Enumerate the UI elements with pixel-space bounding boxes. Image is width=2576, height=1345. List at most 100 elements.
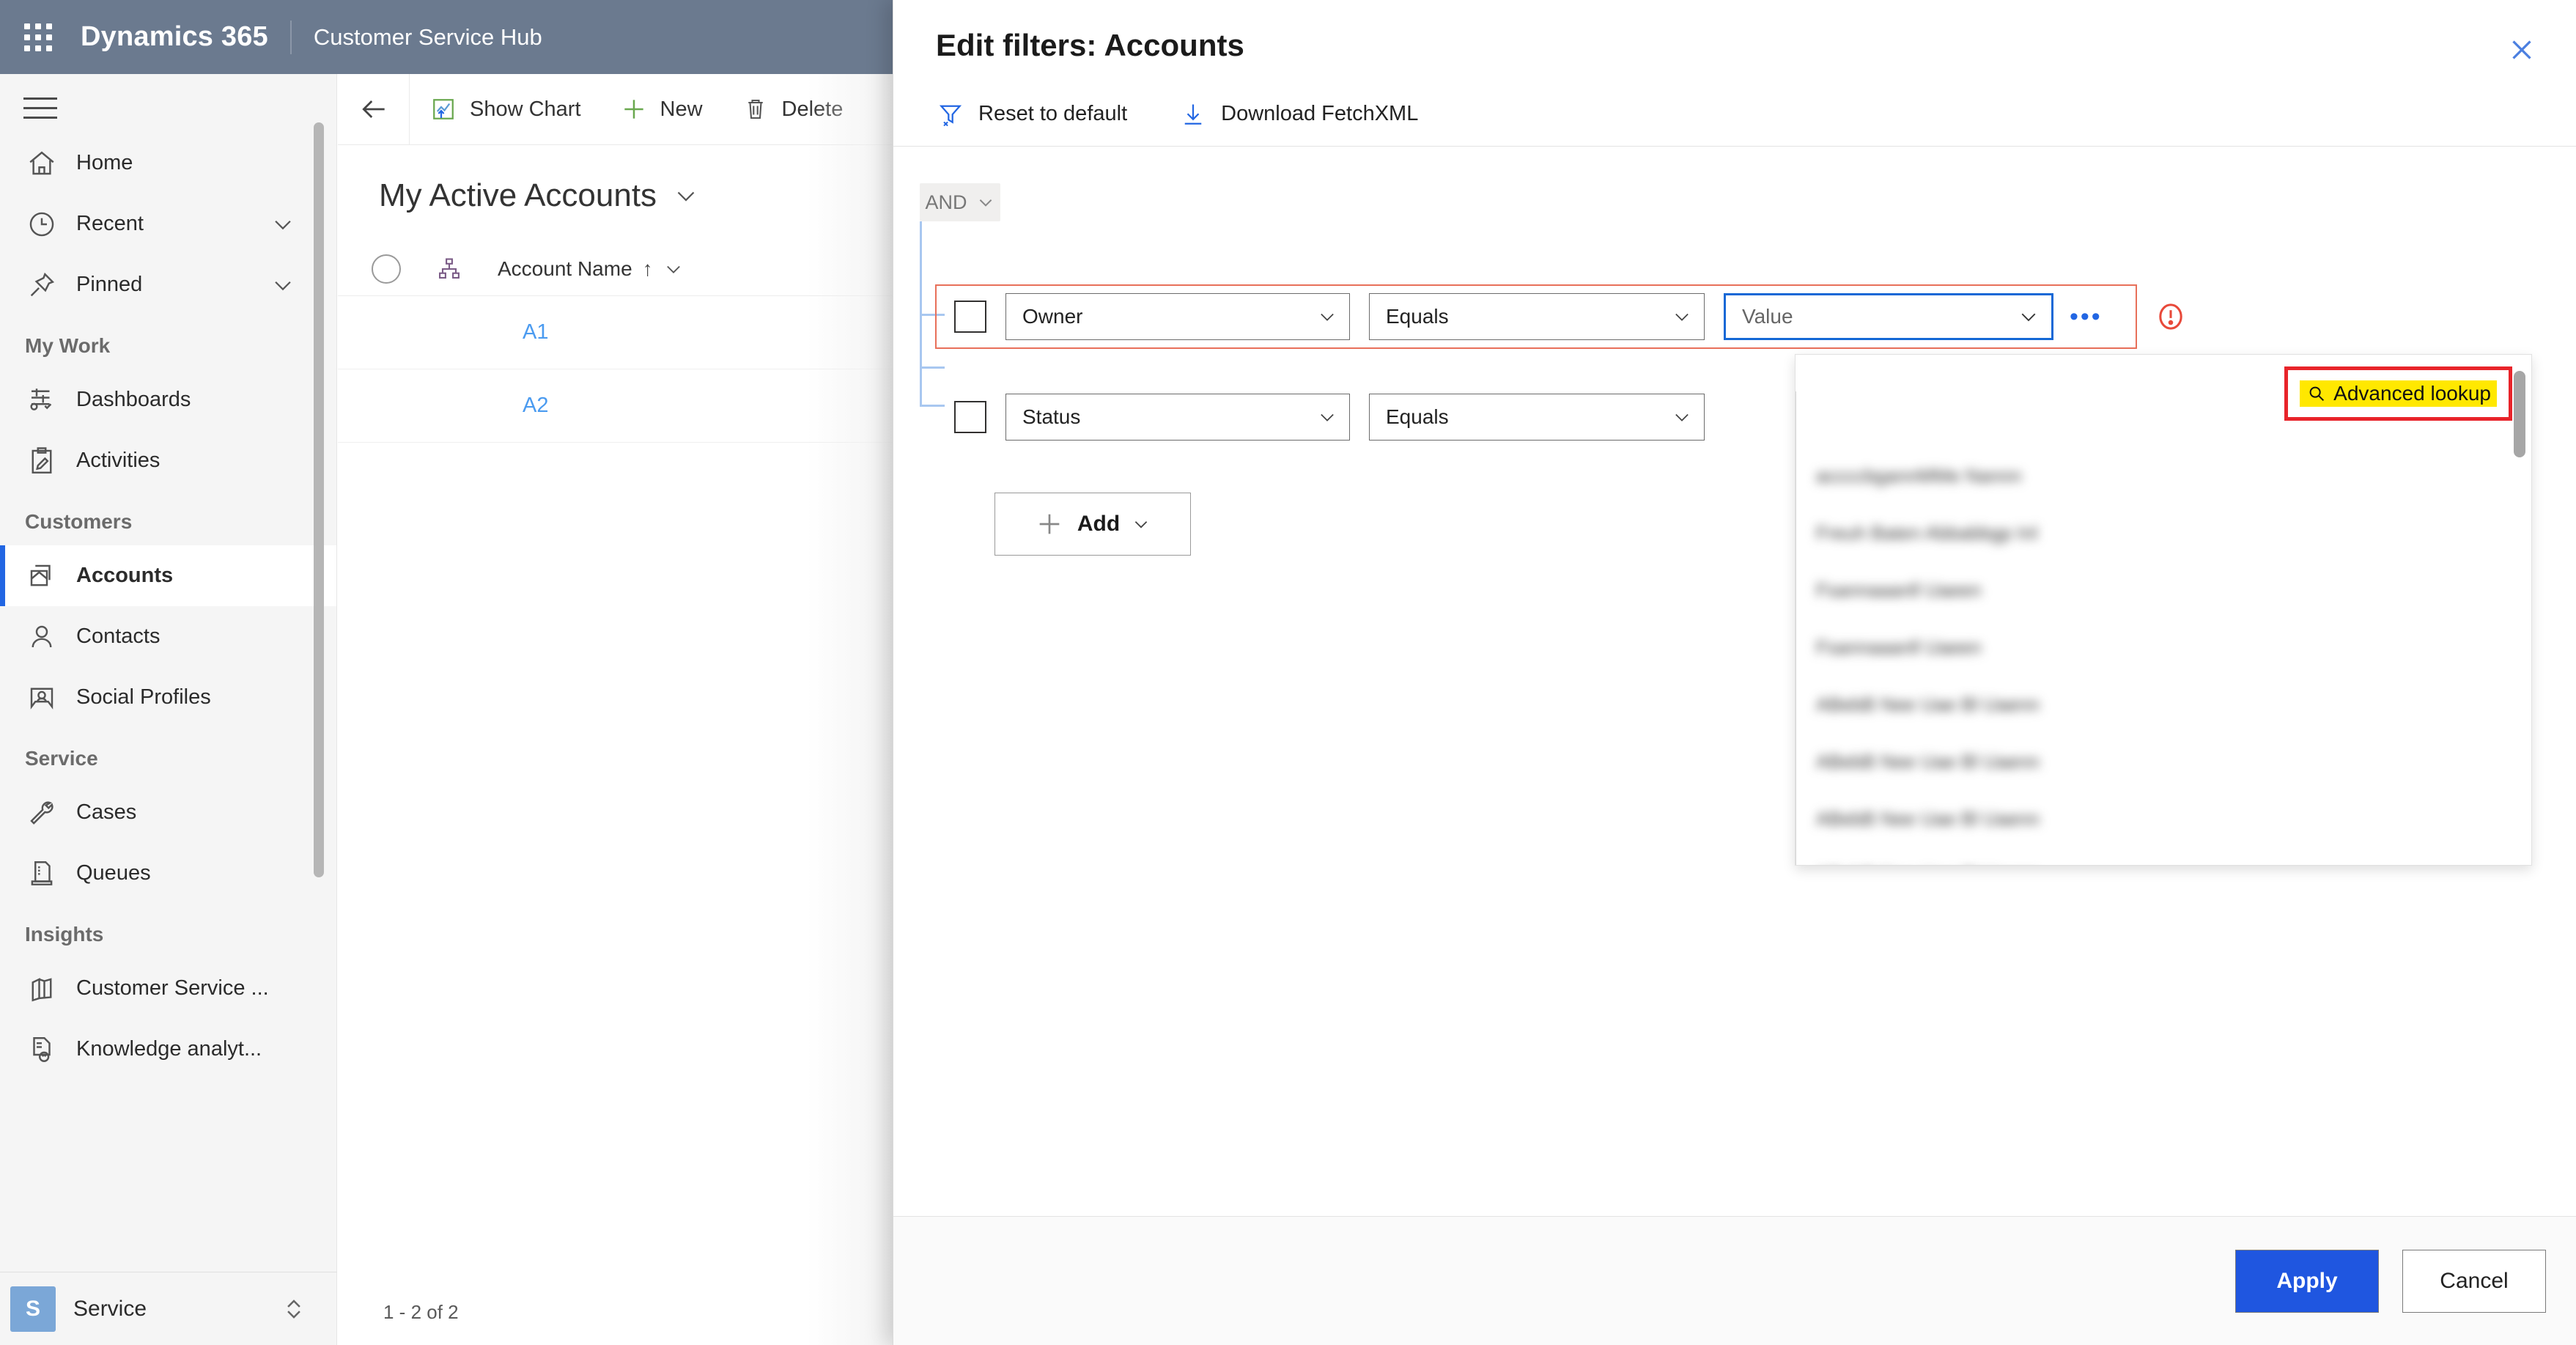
- content-fade-overlay: [807, 74, 895, 1345]
- sidebar-item-accounts[interactable]: Accounts: [0, 545, 336, 606]
- advanced-lookup-label: Advanced lookup: [2333, 382, 2491, 405]
- advanced-lookup-button[interactable]: Advanced lookup: [2300, 380, 2497, 407]
- sidebar-item-label: Activities: [76, 449, 160, 472]
- dialog-title: Edit filters: Accounts: [936, 28, 1244, 62]
- chevron-down-icon[interactable]: [270, 273, 295, 298]
- sidebar-item-contacts[interactable]: Contacts: [0, 606, 336, 667]
- sidebar-item-dashboards[interactable]: Dashboards: [0, 369, 336, 430]
- up-down-chevron-icon[interactable]: [280, 1295, 308, 1323]
- main-content: Show Chart New Delete: [338, 73, 895, 1345]
- logic-operator-dropdown[interactable]: AND: [920, 183, 1000, 221]
- toolbar-label: Download FetchXML: [1221, 102, 1419, 125]
- accounts-icon: [25, 559, 59, 593]
- column-label: Account Name: [498, 257, 632, 280]
- cancel-button[interactable]: Cancel: [2402, 1249, 2546, 1313]
- sidebar-item-social-profiles[interactable]: Social Profiles: [0, 667, 336, 728]
- account-name-link[interactable]: A1: [523, 320, 548, 344]
- add-button-label: Add: [1077, 512, 1121, 536]
- sidebar-item-activities[interactable]: Activities: [0, 430, 336, 491]
- list-item[interactable]: ABebB Nee Uae Bl Uaenn: [1816, 751, 2138, 780]
- column-header-account-name[interactable]: Account Name ↑: [498, 257, 684, 281]
- dashboard-icon: [25, 383, 59, 417]
- list-item[interactable]: Fsannaaanll Uaeen: [1816, 579, 2071, 608]
- hamburger-menu-icon[interactable]: [23, 97, 67, 133]
- pin-icon: [25, 268, 59, 302]
- show-chart-button[interactable]: Show Chart: [410, 74, 600, 145]
- account-name-link[interactable]: A2: [523, 394, 548, 418]
- select-all-checkbox[interactable]: [372, 254, 401, 284]
- chevron-down-icon[interactable]: [663, 259, 684, 279]
- brand-title: Dynamics 365: [81, 21, 268, 52]
- clock-icon: [25, 207, 59, 241]
- dialog-footer: Apply Cancel: [893, 1216, 2576, 1345]
- back-button[interactable]: [338, 73, 410, 145]
- sidebar-item-knowledge-analytics[interactable]: Knowledge analyt...: [0, 1019, 336, 1080]
- filter-row-more-options-icon[interactable]: •••: [2070, 303, 2103, 331]
- logic-operator-label: AND: [925, 191, 967, 213]
- list-item[interactable]: Fsannaaanll Uaeen: [1816, 636, 2074, 666]
- filter-field-select[interactable]: Status: [1005, 394, 1350, 441]
- sidebar-item-label: Cases: [76, 800, 137, 824]
- dropdown-scrollbar[interactable]: [2514, 371, 2525, 457]
- sidebar-item-recent[interactable]: Recent: [0, 194, 336, 254]
- app-switcher[interactable]: S Service: [0, 1272, 337, 1345]
- chevron-down-icon: [1672, 407, 1692, 427]
- wrench-icon: [25, 796, 59, 830]
- sidebar-item-label: Dashboards: [76, 388, 191, 411]
- chevron-down-icon: [2018, 306, 2040, 328]
- list-item[interactable]: ABebB Nee Uae Bl Uaenn: [1816, 808, 2138, 837]
- new-button[interactable]: New: [600, 74, 722, 145]
- app-switcher-label: Service: [73, 1296, 147, 1321]
- sidebar-scrollbar[interactable]: [314, 122, 324, 877]
- reset-to-default-button[interactable]: Reset to default: [936, 100, 1127, 129]
- lookup-dropdown-panel: Advanced lookup accccbgannMMe Nannn Freu…: [1795, 354, 2532, 866]
- chevron-down-icon: [1672, 306, 1692, 327]
- plus-icon: [1035, 509, 1064, 539]
- list-item[interactable]: Freuh Baten Abbabbgp Inl: [1816, 522, 2190, 551]
- home-icon: [25, 147, 59, 180]
- toolbar-label: Reset to default: [978, 102, 1128, 125]
- chevron-down-icon: [976, 193, 995, 212]
- filter-operator-select[interactable]: Equals: [1369, 394, 1705, 441]
- sidebar-item-customer-service-analytics[interactable]: Customer Service ...: [0, 958, 336, 1019]
- chevron-down-icon[interactable]: [673, 183, 699, 209]
- add-filter-button[interactable]: Add: [994, 493, 1191, 556]
- sidebar-item-label: Queues: [76, 861, 151, 885]
- sidebar-item-home[interactable]: Home: [0, 133, 336, 194]
- sidebar-item-label: Recent: [76, 212, 144, 235]
- page-title: My Active Accounts: [379, 177, 657, 213]
- apply-button[interactable]: Apply: [2235, 1249, 2379, 1313]
- app-name: Customer Service Hub: [313, 23, 542, 50]
- person-icon: [25, 620, 59, 654]
- list-item[interactable]: ABebB Nee Uae Bl Uaenn: [1816, 865, 2138, 866]
- filter-row-checkbox[interactable]: [954, 301, 986, 333]
- sidebar-group-customers: Customers: [25, 510, 133, 533]
- sidebar-item-cases[interactable]: Cases: [0, 782, 336, 843]
- sidebar-group-insights: Insights: [25, 923, 104, 946]
- filter-row-checkbox[interactable]: [954, 401, 986, 433]
- list-item[interactable]: ABebB Nee Uae Bl Uaenn: [1816, 693, 2138, 723]
- dropdown-left-divider: [1795, 391, 1796, 866]
- chevron-down-icon: [1132, 515, 1151, 534]
- queue-icon: [25, 857, 59, 891]
- sidebar-item-pinned[interactable]: Pinned: [0, 254, 336, 315]
- filter-error-icon: [2154, 300, 2188, 334]
- sort-ascending-icon: ↑: [642, 257, 653, 280]
- sidebar-item-label: Pinned: [76, 273, 143, 296]
- sidebar-item-queues[interactable]: Queues: [0, 843, 336, 904]
- command-label: New: [660, 97, 703, 121]
- close-icon[interactable]: [2500, 28, 2544, 72]
- filter-field-value: Owner: [1022, 305, 1083, 328]
- chevron-down-icon[interactable]: [270, 212, 295, 237]
- app-launcher-icon[interactable]: [18, 17, 59, 58]
- trash-icon: [741, 95, 770, 124]
- filter-operator-select[interactable]: Equals: [1369, 293, 1705, 340]
- sidebar-item-label: Social Profiles: [76, 685, 211, 709]
- filter-field-select[interactable]: Owner: [1005, 293, 1350, 340]
- sidebar-item-label: Home: [76, 151, 133, 174]
- chevron-down-icon: [1317, 407, 1337, 427]
- sidebar-item-label: Knowledge analyt...: [76, 1037, 262, 1061]
- download-fetchxml-button[interactable]: Download FetchXML: [1178, 100, 1418, 129]
- filter-value-select[interactable]: Value: [1724, 293, 2053, 340]
- list-item[interactable]: accccbgannMMe Nannn: [1816, 465, 2138, 494]
